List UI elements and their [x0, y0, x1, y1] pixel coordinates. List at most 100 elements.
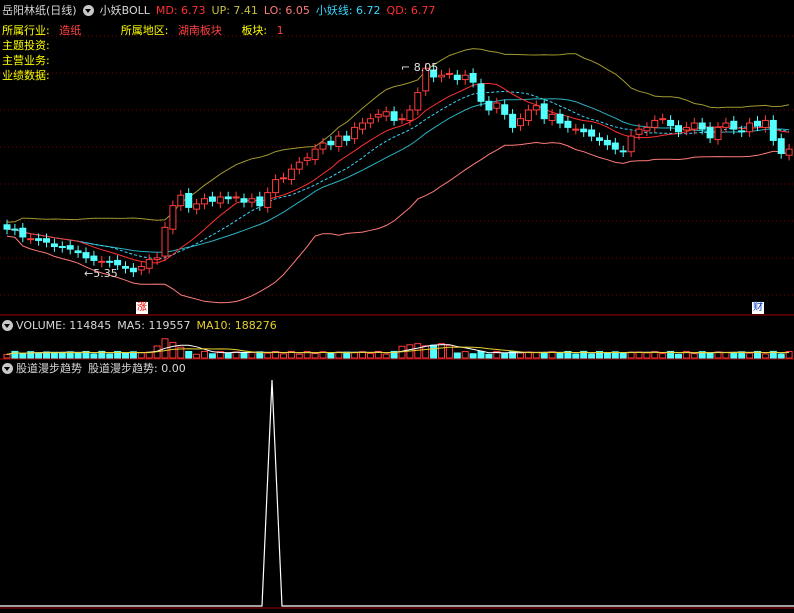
low-marker: ←5.35 — [84, 267, 118, 280]
volume-bar — [430, 344, 438, 359]
volume-bar — [185, 350, 193, 359]
volume-bar — [556, 352, 564, 359]
volume-bar — [382, 353, 390, 359]
volume-bar — [280, 353, 287, 359]
candle-body — [248, 198, 256, 203]
candle-body — [11, 228, 19, 231]
candle-body — [82, 252, 90, 259]
trend-title[interactable]: 股道漫步趋势 — [16, 362, 82, 375]
volume-bar — [777, 353, 785, 359]
volume-bar — [351, 352, 359, 359]
candle-body — [137, 266, 145, 271]
candle-body — [564, 120, 572, 128]
candle-body — [675, 125, 682, 133]
cai-badge[interactable]: 财 — [752, 302, 764, 314]
candle-body — [438, 74, 445, 78]
boll-bands — [6, 48, 790, 304]
candle-body — [216, 196, 224, 204]
candle-body — [627, 135, 635, 153]
candle-body — [706, 126, 714, 139]
high-marker: ⌐ 8.05 — [401, 61, 439, 74]
candle-body — [169, 205, 177, 230]
candle-body — [35, 238, 43, 241]
volume-bar — [675, 353, 682, 359]
candle-body — [327, 140, 335, 146]
candle-body — [240, 198, 248, 203]
candle-body — [524, 109, 532, 121]
candle-body — [469, 72, 477, 83]
candle-body — [201, 198, 208, 205]
candle-body — [177, 194, 185, 207]
volume-bar — [50, 351, 58, 359]
candle-body — [58, 246, 66, 249]
volume-bar — [19, 353, 27, 359]
candle-body — [208, 196, 216, 202]
candle-body — [572, 128, 580, 131]
volume-bar — [106, 353, 114, 359]
volume-bar — [193, 353, 201, 359]
ma5-value: MA5: 119557 — [117, 319, 191, 332]
candle-body — [619, 150, 627, 153]
candle-body — [390, 111, 398, 121]
candle-body — [501, 104, 509, 115]
volume-bar — [3, 353, 11, 359]
candle-body — [359, 122, 366, 130]
volume-bar — [722, 351, 730, 359]
volume-bar — [343, 351, 351, 359]
candle-body — [714, 126, 722, 141]
trend-spike-line — [0, 379, 794, 607]
candle-body — [659, 118, 667, 121]
candle-body — [161, 226, 169, 257]
candle-body — [311, 148, 319, 161]
volume-bar — [469, 353, 477, 359]
candle-body — [532, 105, 540, 111]
candle-body — [698, 122, 706, 130]
candle-body — [50, 243, 58, 248]
low-marker-label: 5.35 — [93, 267, 118, 280]
volume-bar — [477, 350, 485, 359]
volume-bar — [240, 351, 248, 359]
xy-line — [6, 90, 790, 260]
trend-line — [0, 379, 794, 607]
ma10-value: MA10: 188276 — [196, 319, 277, 332]
volume-bar — [201, 350, 208, 359]
volume-bar — [619, 352, 627, 359]
candle-body — [580, 128, 588, 133]
candle-body — [122, 266, 129, 269]
volume-panel-header: VOLUME: 114845 MA5: 119557 MA10: 188276 — [2, 318, 277, 333]
volume-dropdown-icon[interactable] — [2, 320, 13, 331]
candlesticks — [3, 63, 793, 277]
candle-body — [343, 135, 351, 141]
candle-body — [643, 126, 651, 132]
grid-lines — [0, 35, 794, 296]
candle-body — [256, 196, 264, 207]
candle-body — [667, 119, 675, 127]
candle-body — [603, 139, 611, 146]
volume-value: VOLUME: 114845 — [16, 319, 112, 332]
volume-bar — [627, 351, 635, 359]
volume-bar — [603, 352, 611, 359]
candle-body — [761, 119, 769, 128]
volume-bar — [643, 352, 651, 359]
candle-body — [98, 260, 106, 263]
candle-body — [485, 100, 493, 111]
candle-body — [224, 196, 232, 200]
candle-body — [690, 122, 698, 130]
trend-dropdown-icon[interactable] — [2, 363, 13, 374]
volume-bar — [588, 353, 596, 359]
volume-bar — [137, 352, 145, 359]
candle-body — [635, 128, 643, 135]
candle-body — [754, 120, 761, 127]
volume-bar — [248, 351, 256, 359]
volume-bar — [58, 352, 66, 359]
zhang-badge[interactable]: 涨 — [136, 302, 148, 314]
stock-chart[interactable] — [0, 0, 794, 613]
candle-body — [461, 74, 469, 81]
candle-body — [374, 113, 382, 118]
candle-body — [769, 119, 777, 141]
volume-bar — [366, 352, 374, 359]
volume-bar — [706, 352, 714, 359]
candle-body — [280, 177, 287, 180]
candle-body — [382, 111, 390, 117]
volume-bar — [122, 352, 129, 359]
